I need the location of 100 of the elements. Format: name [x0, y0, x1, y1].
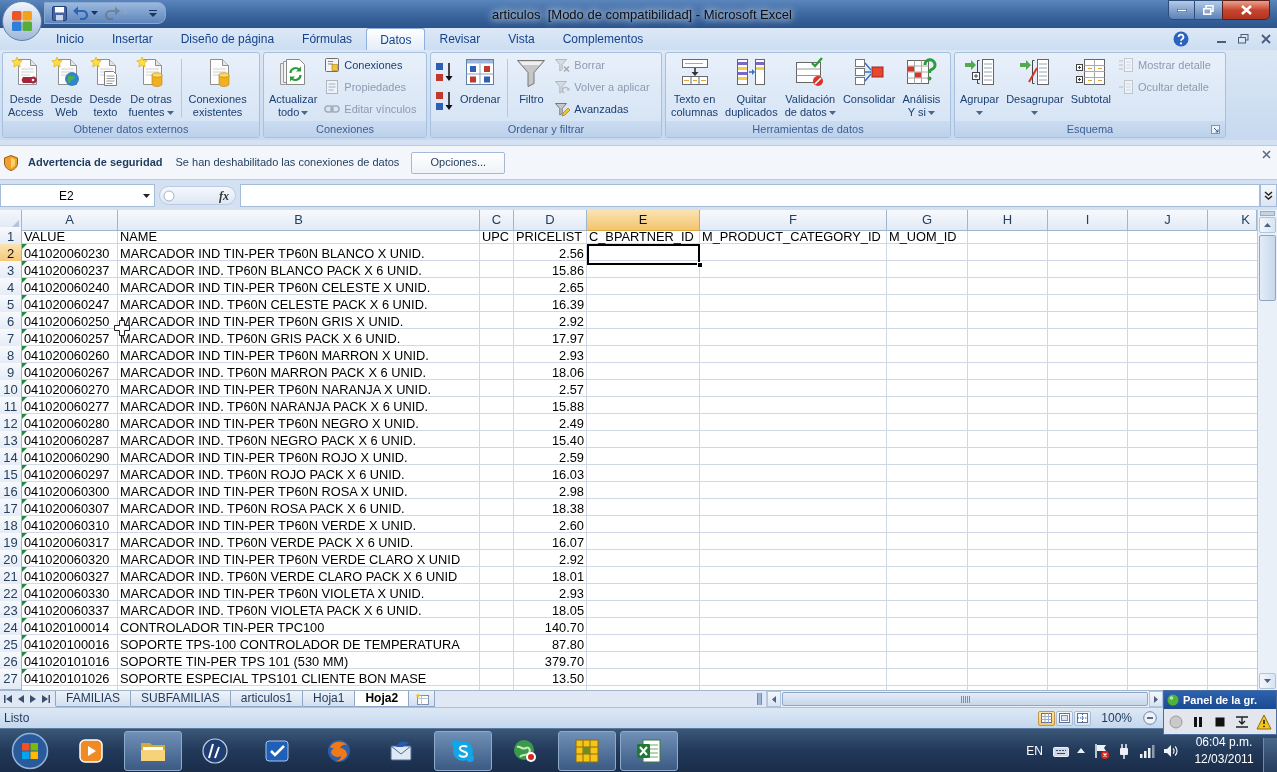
- save-button[interactable]: [50, 3, 69, 23]
- column-header[interactable]: F: [700, 210, 887, 231]
- sort-button[interactable]: [435, 89, 454, 113]
- skip-left-icon[interactable]: [4, 695, 12, 703]
- ribbon-button[interactable]: Agrupar: [957, 53, 1003, 119]
- column-header[interactable]: H: [968, 210, 1048, 231]
- splitter-grip-icon[interactable]: [163, 189, 175, 202]
- ribbon-tab[interactable]: Revisar: [425, 28, 495, 50]
- view-button[interactable]: [1038, 710, 1056, 726]
- ribbon-button[interactable]: Análisis Y si: [899, 53, 944, 119]
- vertical-scrollbar[interactable]: [1257, 210, 1277, 690]
- column-header[interactable]: B: [118, 210, 480, 231]
- ribbon-button[interactable]: Texto en columnas: [668, 53, 722, 119]
- dialog-launcher-icon[interactable]: [1211, 125, 1220, 134]
- warning-icon[interactable]: [1256, 713, 1272, 730]
- sheet-tab[interactable]: Hoja1: [302, 691, 356, 707]
- skip-right-icon[interactable]: [42, 695, 50, 703]
- product-code: 041020060237: [24, 262, 110, 279]
- ribbon-button[interactable]: Actualizar todo: [266, 53, 321, 119]
- ribbon-button[interactable]: De otras fuentes: [125, 53, 177, 119]
- column-header[interactable]: G: [887, 210, 968, 231]
- column-header[interactable]: A: [22, 210, 118, 231]
- ribbon-button[interactable]: Quitar duplicados: [722, 53, 781, 119]
- ribbon-button[interactable]: Validación de datos: [781, 53, 839, 119]
- ribbon-button[interactable]: Desde Web: [47, 53, 86, 119]
- options-button[interactable]: Opciones...: [411, 151, 506, 174]
- close-icon[interactable]: [1261, 34, 1271, 44]
- view-button[interactable]: [1074, 710, 1092, 726]
- fill-handle[interactable]: [697, 261, 703, 268]
- column-header[interactable]: D: [514, 210, 587, 231]
- column-header[interactable]: C: [480, 210, 514, 231]
- sheet-tab[interactable]: articulos1: [229, 691, 304, 707]
- ribbon-tab[interactable]: Complementos: [548, 28, 658, 50]
- column-header[interactable]: K: [1208, 210, 1257, 231]
- sheet-tab[interactable]: Hoja2: [354, 691, 410, 707]
- ribbon-button[interactable]: Desde texto: [86, 53, 125, 119]
- formula-input[interactable]: [240, 184, 1260, 207]
- language-indicator[interactable]: EN: [1026, 741, 1043, 760]
- row-header[interactable]: 27: [0, 669, 22, 690]
- ribbon-button[interactable]: Desagrupar: [1003, 53, 1067, 119]
- column-header[interactable]: E: [587, 210, 700, 231]
- ribbon-button[interactable]: Ordenar: [457, 53, 504, 119]
- view-button[interactable]: [1056, 710, 1074, 726]
- funnel-refresh-icon: [554, 79, 571, 95]
- product-code: 041020060307: [24, 500, 110, 517]
- scrollbar-thumb[interactable]: [1259, 235, 1276, 301]
- product-code: 041020060310: [24, 517, 110, 534]
- zoom-out-icon[interactable]: [1143, 711, 1157, 725]
- ribbon-small-button[interactable]: Conexiones: [321, 54, 420, 76]
- ribbon-button[interactable]: Consolidar: [839, 53, 899, 119]
- keyboard-icon[interactable]: [1053, 744, 1069, 757]
- flag-x-icon[interactable]: [1093, 742, 1109, 759]
- ribbon-tab[interactable]: Fórmulas: [288, 28, 367, 50]
- ribbon-tab[interactable]: Inicio: [42, 28, 98, 50]
- ribbon-tab[interactable]: Datos: [366, 28, 426, 50]
- triangle-up-icon[interactable]: [1077, 748, 1085, 753]
- scroll-up-button[interactable]: [1259, 217, 1276, 233]
- ribbon-tab[interactable]: Diseño de página: [166, 28, 289, 50]
- taskbar-button[interactable]: [124, 730, 182, 771]
- ribbon-tab[interactable]: Vista: [494, 28, 549, 50]
- signal-bars-icon[interactable]: [1139, 743, 1155, 758]
- ribbon-tab[interactable]: Insertar: [98, 28, 167, 50]
- minimize-button[interactable]: [1168, 0, 1195, 20]
- new-sheet-button[interactable]: [408, 691, 436, 707]
- scroll-down-button[interactable]: [1259, 673, 1276, 689]
- clock-date[interactable]: 12/03/2011: [1194, 750, 1254, 768]
- scroll-left-button[interactable]: [767, 691, 781, 707]
- power-plug-icon[interactable]: [1117, 742, 1131, 759]
- triangle-right-icon[interactable]: [30, 695, 36, 703]
- horizontal-scrollbar[interactable]: [766, 691, 1163, 707]
- insert-arrow-icon[interactable]: [1234, 713, 1250, 730]
- ribbon-button[interactable]: Desde Access: [5, 53, 47, 119]
- sheet-tab[interactable]: FAMILIAS: [55, 691, 132, 707]
- selected-cell[interactable]: [587, 244, 700, 265]
- clock-time[interactable]: 06:04 p.m.: [1195, 733, 1253, 751]
- column-header[interactable]: J: [1128, 210, 1208, 231]
- ribbon-button[interactable]: Filtro: [512, 53, 551, 119]
- sort-button[interactable]: [435, 60, 454, 84]
- close-button[interactable]: [1222, 0, 1270, 20]
- scroll-right-button[interactable]: [1149, 691, 1163, 707]
- sheet-tab[interactable]: SUBFAMILIAS: [130, 691, 231, 707]
- split-handle[interactable]: [757, 693, 762, 705]
- speaker-icon[interactable]: [1163, 743, 1179, 758]
- triangle-left-icon[interactable]: [18, 695, 24, 703]
- ribbon-button[interactable]: Conexiones existentes: [185, 53, 250, 119]
- expand-formula-button[interactable]: [1260, 184, 1277, 207]
- insert-function-button[interactable]: fx: [219, 186, 229, 205]
- name-box[interactable]: E2: [0, 184, 155, 207]
- close-icon[interactable]: [1262, 150, 1271, 159]
- show-desktop-button[interactable]: [1263, 738, 1277, 772]
- zoom-level[interactable]: 100%: [1101, 709, 1132, 727]
- restore-icon[interactable]: [1238, 34, 1249, 44]
- ribbon-button[interactable]: Subtotal: [1067, 53, 1114, 119]
- scrollbar-thumb[interactable]: [782, 692, 1148, 706]
- taskbar-button[interactable]: [620, 730, 678, 771]
- help-icon[interactable]: [1173, 31, 1189, 47]
- restore-button[interactable]: [1195, 0, 1222, 20]
- ribbon-small-button[interactable]: Avanzadas: [551, 98, 653, 120]
- column-header[interactable]: I: [1048, 210, 1128, 231]
- double-chevron-icon: [1264, 191, 1273, 200]
